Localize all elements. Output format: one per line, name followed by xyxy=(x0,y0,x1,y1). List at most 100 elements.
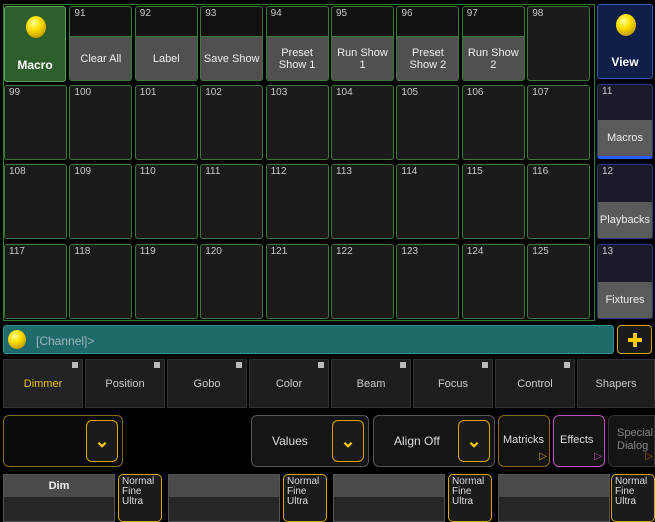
view-item-playbacks[interactable]: 12 Playbacks xyxy=(597,164,653,239)
macro-cell-number: 119 xyxy=(139,245,156,257)
tab-indicator xyxy=(154,362,160,368)
macro-cell[interactable]: 124 xyxy=(461,243,525,319)
macro-cell[interactable]: 113 xyxy=(331,164,394,240)
tab-label: Position xyxy=(105,377,145,390)
macro-cell[interactable]: 122 xyxy=(331,243,394,319)
macro-cell[interactable]: 95 Run Show 1 xyxy=(331,6,394,81)
macro-cell[interactable]: 102 xyxy=(200,85,264,161)
chevron-down-icon: ⌄ xyxy=(94,431,110,451)
macro-cell-number: 125 xyxy=(532,245,549,257)
macro-cell[interactable]: 93 Save Show xyxy=(200,6,264,81)
macro-cell[interactable]: 103 xyxy=(265,85,329,161)
fader-empty[interactable] xyxy=(168,474,280,522)
preset-selector[interactable]: ⌄ xyxy=(3,415,123,467)
preset-dropdown-button[interactable]: ⌄ xyxy=(86,420,118,462)
tab-dimmer[interactable]: Dimmer xyxy=(3,359,83,408)
macro-cell-number: 99 xyxy=(9,87,21,99)
fader-empty[interactable] xyxy=(333,474,445,522)
macro-cell-number: 124 xyxy=(466,245,484,257)
fader-dim[interactable]: Dim xyxy=(3,474,115,522)
macro-cell[interactable]: 99 xyxy=(4,85,67,161)
macro-cell[interactable]: 91 Clear All xyxy=(69,6,133,81)
command-line-input[interactable]: [Channel]> xyxy=(36,334,94,348)
macro-cell[interactable]: 94 Preset Show 1 xyxy=(265,6,329,81)
tab-label: Control xyxy=(517,377,553,390)
macro-cell-number: 109 xyxy=(74,166,92,178)
align-selector[interactable]: Align Off ⌄ xyxy=(373,415,495,467)
macro-cell[interactable]: 121 xyxy=(265,243,329,319)
macro-cell[interactable]: 98 xyxy=(527,6,591,81)
tab-beam[interactable]: Beam xyxy=(331,359,411,408)
macro-cell[interactable]: 123 xyxy=(396,243,460,319)
macro-cell-label: Preset Show 1 xyxy=(266,36,328,80)
align-dropdown-button[interactable]: ⌄ xyxy=(458,420,490,462)
resolution-selector[interactable]: Normal Fine Ultra xyxy=(283,474,327,522)
macro-cell[interactable]: 97 Run Show 2 xyxy=(461,6,525,81)
view-item-number: 12 xyxy=(602,166,614,177)
effects-button[interactable]: Effects ▷ xyxy=(553,415,605,467)
mode-ultra: Ultra xyxy=(452,496,474,507)
tab-control[interactable]: Control xyxy=(495,359,575,408)
tab-indicator xyxy=(400,362,406,368)
macro-cell[interactable]: 107 xyxy=(527,85,591,161)
tab-position[interactable]: Position xyxy=(85,359,165,408)
tab-indicator xyxy=(318,362,324,368)
macro-cell[interactable]: 118 xyxy=(69,243,133,319)
macro-cell[interactable]: 92 Label xyxy=(134,6,198,81)
macro-cell[interactable]: 117 xyxy=(4,243,67,319)
macro-cell[interactable]: 125 xyxy=(527,243,591,319)
macro-cell-label: Label xyxy=(135,36,197,80)
macro-cell[interactable]: 96 Preset Show 2 xyxy=(396,6,460,81)
tab-label: Dimmer xyxy=(23,377,63,390)
fader-empty[interactable] xyxy=(498,474,610,522)
macro-cell-label: Preset Show 2 xyxy=(397,36,459,80)
view-item-fixtures[interactable]: 13 Fixtures xyxy=(597,244,653,319)
macro-cell[interactable]: 114 xyxy=(396,164,460,240)
macro-cell-number: 92 xyxy=(139,8,151,19)
view-item-label: Playbacks xyxy=(598,202,652,238)
view-item-label: Macros xyxy=(598,120,652,156)
macro-cell-number: 96 xyxy=(401,8,413,19)
macro-cell-number: 121 xyxy=(270,245,288,257)
view-item-label: Fixtures xyxy=(598,282,652,318)
tab-indicator xyxy=(482,362,488,368)
resolution-selector[interactable]: Normal Fine Ultra xyxy=(118,474,162,522)
macro-cell[interactable]: 119 xyxy=(134,243,198,319)
tab-gobo[interactable]: Gobo xyxy=(167,359,247,408)
macro-cell[interactable]: 111 xyxy=(200,164,264,240)
plus-icon xyxy=(627,332,642,347)
macro-cell[interactable]: 109 xyxy=(69,164,133,240)
macro-cell[interactable]: 108 xyxy=(4,164,67,240)
add-button[interactable] xyxy=(617,325,652,354)
command-line[interactable]: [Channel]> xyxy=(3,325,614,354)
view-item-number: 13 xyxy=(602,246,614,257)
values-dropdown-button[interactable]: ⌄ xyxy=(332,420,364,462)
align-label: Align Off xyxy=(394,434,440,448)
matricks-button[interactable]: Matricks ▷ xyxy=(498,415,550,467)
resolution-selector[interactable]: Normal Fine Ultra xyxy=(448,474,492,522)
macro-cell-label: Save Show xyxy=(201,36,263,80)
macro-cell[interactable]: 110 xyxy=(134,164,198,240)
macro-pool-title[interactable]: Macro xyxy=(4,6,66,82)
resolution-selector[interactable]: Normal Fine Ultra xyxy=(611,474,655,522)
values-selector[interactable]: Values ⌄ xyxy=(251,415,369,467)
macro-cell-number: 114 xyxy=(401,166,418,178)
matricks-label: Matricks xyxy=(503,434,544,446)
macro-cell[interactable]: 116 xyxy=(527,164,591,240)
special-dialog-button[interactable]: Special Dialog ▷ xyxy=(608,415,655,467)
macro-cell-number: 120 xyxy=(205,245,222,257)
tab-focus[interactable]: Focus xyxy=(413,359,493,408)
tab-shapers[interactable]: Shapers xyxy=(577,359,655,408)
view-item-macros[interactable]: 11 Macros xyxy=(597,84,653,159)
macro-cell[interactable]: 101 xyxy=(134,85,198,161)
tab-label: Beam xyxy=(356,377,386,390)
macro-cell[interactable]: 105 xyxy=(396,85,460,161)
macro-cell[interactable]: 106 xyxy=(461,85,525,161)
macro-cell[interactable]: 115 xyxy=(461,164,525,240)
macro-cell[interactable]: 100 xyxy=(69,85,133,161)
tab-color[interactable]: Color xyxy=(249,359,329,408)
macro-cell[interactable]: 120 xyxy=(200,243,264,319)
macro-cell[interactable]: 112 xyxy=(265,164,329,240)
view-pool-title[interactable]: View xyxy=(597,4,653,79)
macro-cell[interactable]: 104 xyxy=(331,85,394,161)
